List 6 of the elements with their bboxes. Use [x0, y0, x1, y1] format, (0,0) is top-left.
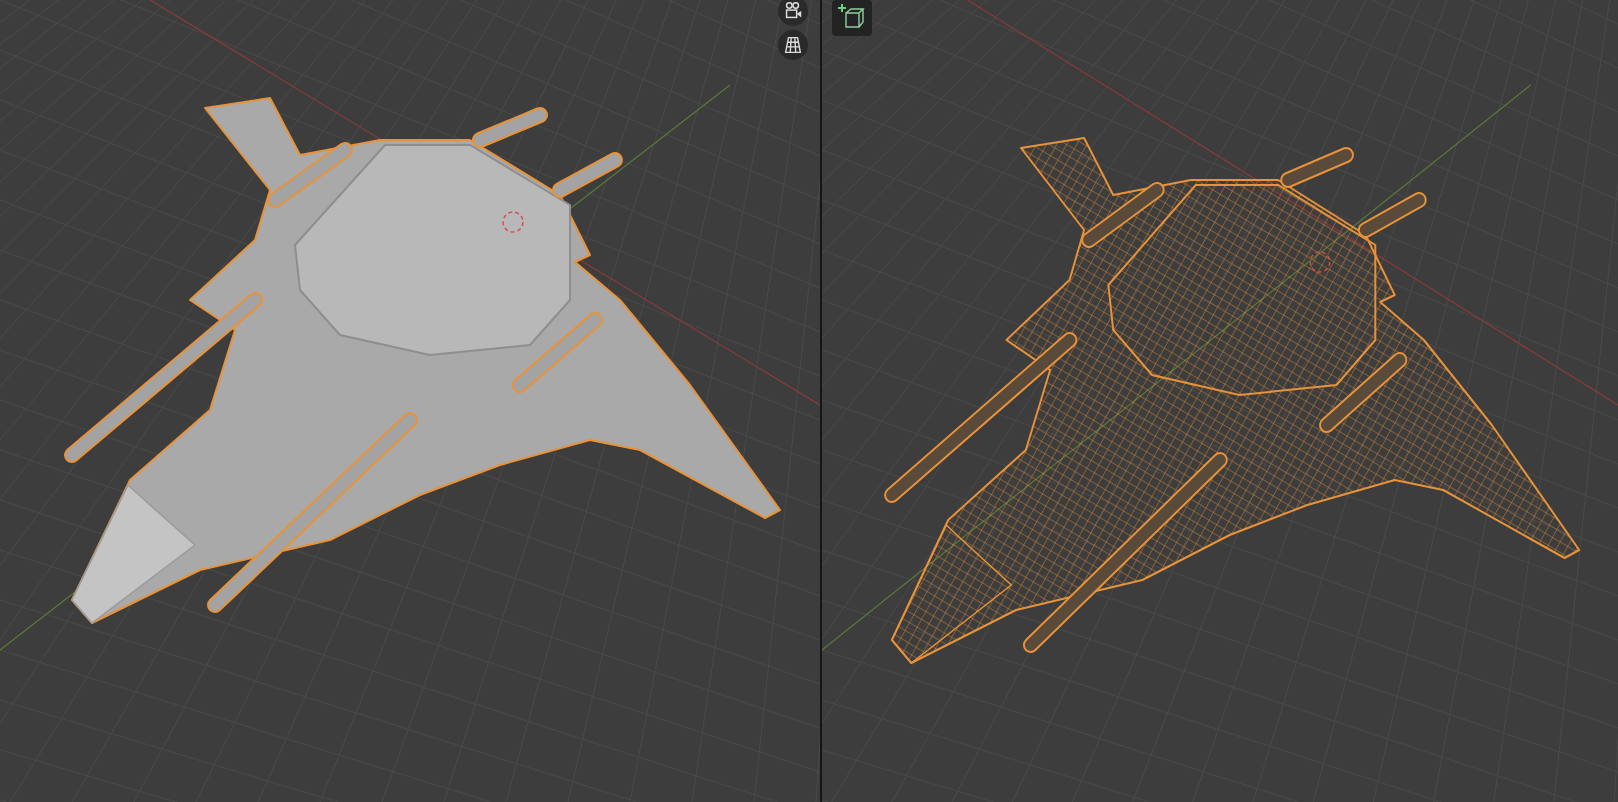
grid-icon[interactable]	[778, 30, 808, 60]
camera-icon[interactable]	[778, 0, 808, 26]
3d-viewport[interactable]	[0, 0, 820, 802]
add-cube-icon[interactable]	[832, 0, 872, 36]
wireframe-spaceship-drawing[interactable]	[884, 137, 1581, 665]
shaded-spaceship-drawing[interactable]	[64, 97, 781, 625]
